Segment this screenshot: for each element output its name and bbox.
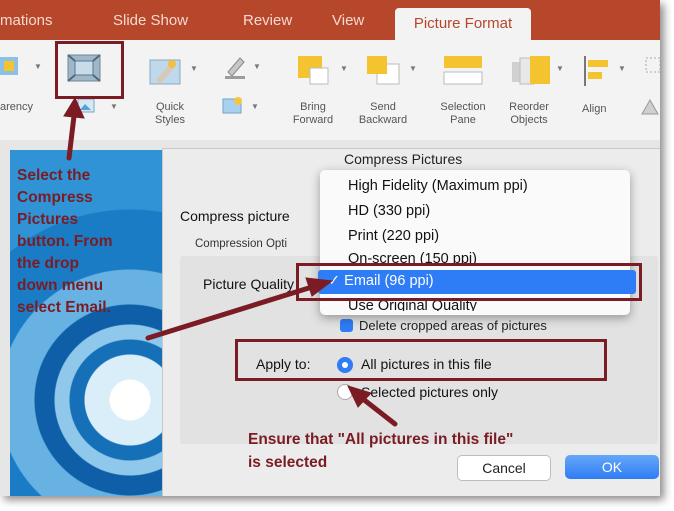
arrow-right xyxy=(145,284,315,341)
arrow-diagonal xyxy=(360,396,398,427)
annotation-instruction-bottom: Ensure that "All pictures in this file" … xyxy=(248,431,514,471)
screenshot-frame: mations Slide Show Review View Picture F… xyxy=(0,0,660,496)
arrow-up-head xyxy=(63,96,85,119)
annotation-instruction-left: Select the Compress Pictures button. Fro… xyxy=(17,167,113,316)
arrow-up xyxy=(66,113,77,161)
arrow-right-head xyxy=(305,277,334,297)
